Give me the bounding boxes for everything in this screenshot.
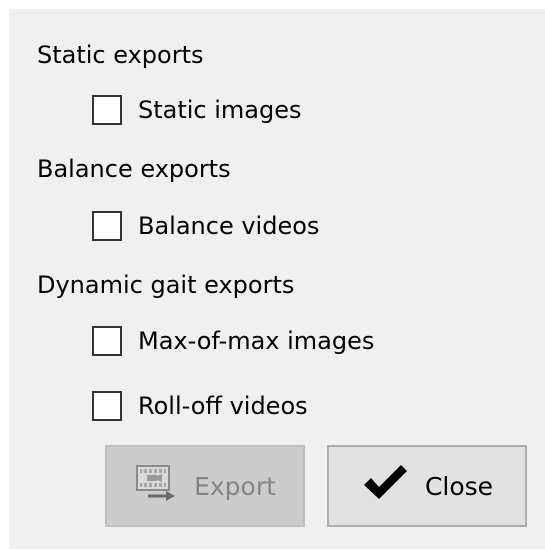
- roll-off-videos-label[interactable]: Roll-off videos: [138, 392, 308, 420]
- export-button[interactable]: Export: [105, 445, 305, 527]
- export-button-label: Export: [194, 471, 276, 501]
- max-of-max-images-label[interactable]: Max-of-max images: [138, 327, 374, 355]
- balance-videos-checkbox[interactable]: [92, 211, 122, 241]
- close-button[interactable]: Close: [327, 445, 527, 527]
- film-export-icon: [134, 463, 178, 509]
- roll-off-videos-option[interactable]: Roll-off videos: [92, 390, 308, 422]
- checkmark-icon: [361, 463, 409, 509]
- balance-videos-label[interactable]: Balance videos: [138, 212, 319, 240]
- static-images-option[interactable]: Static images: [92, 94, 302, 126]
- static-exports-heading: Static exports: [37, 41, 204, 69]
- roll-off-videos-checkbox[interactable]: [92, 391, 122, 421]
- balance-exports-heading: Balance exports: [37, 155, 231, 183]
- dynamic-gait-exports-heading: Dynamic gait exports: [37, 271, 295, 299]
- close-button-label: Close: [424, 471, 494, 501]
- export-dialog: Static exports Static images Balance exp…: [9, 9, 545, 549]
- max-of-max-images-checkbox[interactable]: [92, 326, 122, 356]
- balance-videos-option[interactable]: Balance videos: [92, 210, 319, 242]
- max-of-max-images-option[interactable]: Max-of-max images: [92, 325, 374, 357]
- static-images-label[interactable]: Static images: [138, 96, 302, 124]
- static-images-checkbox[interactable]: [92, 95, 122, 125]
